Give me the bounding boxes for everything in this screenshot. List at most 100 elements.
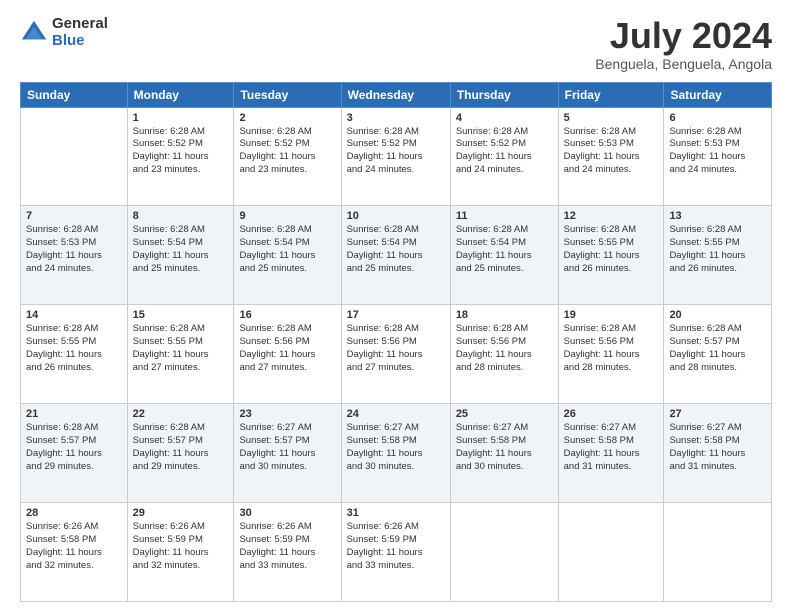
logo: General Blue [20, 16, 108, 49]
calendar-cell: 25Sunrise: 6:27 AM Sunset: 5:58 PM Dayli… [450, 404, 558, 503]
month-title: July 2024 [595, 16, 772, 56]
calendar-cell: 24 Sunrise: 6:27 AM Sunset: 5:58 PM Dayli… [341, 404, 450, 503]
day-info: Sunrise: 6:28 AM Sunset: 5:52 PM Dayligh… [347, 126, 445, 177]
day-number: 14 [26, 309, 122, 321]
day-info: Sunrise: 6:28 AM Sunset: 5:56 PM Dayligh… [347, 323, 445, 374]
page: General Blue July 2024 Benguela, Benguel… [0, 0, 792, 612]
calendar-cell: 27Sunrise: 6:27 AM Sunset: 5:58 PM Dayli… [664, 404, 772, 503]
day-info: Sunrise: 6:28 AM Sunset: 5:54 PM Dayligh… [347, 224, 445, 275]
header-day-saturday: Saturday [664, 82, 772, 107]
day-number: 13 [669, 210, 766, 222]
day-number: 8 [133, 210, 229, 222]
day-info: Sunrise: 6:26 AM Sunset: 5:59 PM Dayligh… [133, 521, 229, 572]
day-info: Sunrise: 6:27 AM Sunset: 5:58 PM Dayligh… [347, 422, 445, 473]
calendar-cell: 15Sunrise: 6:28 AM Sunset: 5:55 PM Dayli… [127, 305, 234, 404]
day-number: 6 [669, 112, 766, 124]
day-number: 27 [669, 408, 766, 420]
calendar-cell: 20Sunrise: 6:28 AM Sunset: 5:57 PM Dayli… [664, 305, 772, 404]
day-number: 26 [564, 408, 659, 420]
calendar-cell: 4 Sunrise: 6:28 AM Sunset: 5:52 PM Daylig… [450, 107, 558, 206]
day-number: 30 [239, 507, 335, 519]
day-info: Sunrise: 6:26 AM Sunset: 5:59 PM Dayligh… [347, 521, 445, 572]
calendar-cell: 6 Sunrise: 6:28 AM Sunset: 5:53 PM Daylig… [664, 107, 772, 206]
calendar-cell: 7Sunrise: 6:28 AM Sunset: 5:53 PM Daylig… [21, 206, 128, 305]
day-info: Sunrise: 6:28 AM Sunset: 5:57 PM Dayligh… [133, 422, 229, 473]
calendar-cell: 10 Sunrise: 6:28 AM Sunset: 5:54 PM Dayli… [341, 206, 450, 305]
calendar-cell: 23Sunrise: 6:27 AM Sunset: 5:57 PM Dayli… [234, 404, 341, 503]
calendar-cell: 11 Sunrise: 6:28 AM Sunset: 5:54 PM Dayli… [450, 206, 558, 305]
day-number: 25 [456, 408, 553, 420]
day-number: 19 [564, 309, 659, 321]
location: Benguela, Benguela, Angola [595, 56, 772, 72]
day-info: Sunrise: 6:28 AM Sunset: 5:55 PM Dayligh… [133, 323, 229, 374]
calendar-cell: 22Sunrise: 6:28 AM Sunset: 5:57 PM Dayli… [127, 404, 234, 503]
day-info: Sunrise: 6:28 AM Sunset: 5:54 PM Dayligh… [133, 224, 229, 275]
day-info: Sunrise: 6:28 AM Sunset: 5:54 PM Dayligh… [239, 224, 335, 275]
logo-blue: Blue [52, 33, 108, 50]
header: General Blue July 2024 Benguela, Benguel… [20, 16, 772, 72]
day-info: Sunrise: 6:28 AM Sunset: 5:52 PM Dayligh… [133, 126, 229, 177]
calendar-cell: 31 Sunrise: 6:26 AM Sunset: 5:59 PM Dayli… [341, 503, 450, 602]
day-info: Sunrise: 6:28 AM Sunset: 5:52 PM Dayligh… [456, 126, 553, 177]
day-info: Sunrise: 6:28 AM Sunset: 5:55 PM Dayligh… [26, 323, 122, 374]
day-number: 23 [239, 408, 335, 420]
calendar-cell: 19 Sunrise: 6:28 AM Sunset: 5:56 PM Dayli… [558, 305, 664, 404]
calendar-cell: 1 Sunrise: 6:28 AM Sunset: 5:52 PM Daylig… [127, 107, 234, 206]
day-number: 5 [564, 112, 659, 124]
day-number: 11 [456, 210, 553, 222]
header-day-friday: Friday [558, 82, 664, 107]
day-number: 12 [564, 210, 659, 222]
day-number: 1 [133, 112, 229, 124]
calendar-cell [558, 503, 664, 602]
calendar-cell: 17 Sunrise: 6:28 AM Sunset: 5:56 PM Dayli… [341, 305, 450, 404]
day-number: 10 [347, 210, 445, 222]
calendar-table: SundayMondayTuesdayWednesdayThursdayFrid… [20, 82, 772, 602]
day-info: Sunrise: 6:28 AM Sunset: 5:57 PM Dayligh… [26, 422, 122, 473]
calendar-cell: 26Sunrise: 6:27 AM Sunset: 5:58 PM Dayli… [558, 404, 664, 503]
calendar-cell [664, 503, 772, 602]
calendar-cell: 12 Sunrise: 6:28 AM Sunset: 5:55 PM Dayli… [558, 206, 664, 305]
week-row-2: 14 Sunrise: 6:28 AM Sunset: 5:55 PM Dayli… [21, 305, 772, 404]
week-row-4: 28 Sunrise: 6:26 AM Sunset: 5:58 PM Dayli… [21, 503, 772, 602]
header-day-thursday: Thursday [450, 82, 558, 107]
week-row-3: 21 Sunrise: 6:28 AM Sunset: 5:57 PM Dayli… [21, 404, 772, 503]
calendar-cell: 8 Sunrise: 6:28 AM Sunset: 5:54 PM Daylig… [127, 206, 234, 305]
calendar-cell [21, 107, 128, 206]
day-info: Sunrise: 6:26 AM Sunset: 5:58 PM Dayligh… [26, 521, 122, 572]
title-block: July 2024 Benguela, Benguela, Angola [595, 16, 772, 72]
week-row-1: 7Sunrise: 6:28 AM Sunset: 5:53 PM Daylig… [21, 206, 772, 305]
week-row-0: 1 Sunrise: 6:28 AM Sunset: 5:52 PM Daylig… [21, 107, 772, 206]
calendar-cell [450, 503, 558, 602]
calendar-cell: 29 Sunrise: 6:26 AM Sunset: 5:59 PM Dayli… [127, 503, 234, 602]
calendar-cell: 13 Sunrise: 6:28 AM Sunset: 5:55 PM Dayli… [664, 206, 772, 305]
day-info: Sunrise: 6:28 AM Sunset: 5:56 PM Dayligh… [564, 323, 659, 374]
day-number: 4 [456, 112, 553, 124]
calendar-cell: 28 Sunrise: 6:26 AM Sunset: 5:58 PM Dayli… [21, 503, 128, 602]
day-number: 18 [456, 309, 553, 321]
day-info: Sunrise: 6:28 AM Sunset: 5:55 PM Dayligh… [669, 224, 766, 275]
calendar-cell: 14 Sunrise: 6:28 AM Sunset: 5:55 PM Dayli… [21, 305, 128, 404]
day-number: 31 [347, 507, 445, 519]
day-number: 7 [26, 210, 122, 222]
day-info: Sunrise: 6:28 AM Sunset: 5:56 PM Dayligh… [239, 323, 335, 374]
calendar-cell: 21 Sunrise: 6:28 AM Sunset: 5:57 PM Dayli… [21, 404, 128, 503]
day-info: Sunrise: 6:28 AM Sunset: 5:56 PM Dayligh… [456, 323, 553, 374]
day-number: 24 [347, 408, 445, 420]
day-info: Sunrise: 6:28 AM Sunset: 5:55 PM Dayligh… [564, 224, 659, 275]
day-number: 20 [669, 309, 766, 321]
day-number: 9 [239, 210, 335, 222]
header-day-monday: Monday [127, 82, 234, 107]
day-number: 3 [347, 112, 445, 124]
calendar-cell: 30Sunrise: 6:26 AM Sunset: 5:59 PM Dayli… [234, 503, 341, 602]
calendar-cell: 9 Sunrise: 6:28 AM Sunset: 5:54 PM Daylig… [234, 206, 341, 305]
day-number: 28 [26, 507, 122, 519]
day-number: 17 [347, 309, 445, 321]
day-info: Sunrise: 6:28 AM Sunset: 5:52 PM Dayligh… [239, 126, 335, 177]
day-number: 29 [133, 507, 229, 519]
day-number: 21 [26, 408, 122, 420]
day-info: Sunrise: 6:28 AM Sunset: 5:53 PM Dayligh… [669, 126, 766, 177]
header-day-wednesday: Wednesday [341, 82, 450, 107]
day-info: Sunrise: 6:28 AM Sunset: 5:53 PM Dayligh… [564, 126, 659, 177]
logo-text: General Blue [52, 16, 108, 49]
day-info: Sunrise: 6:28 AM Sunset: 5:54 PM Dayligh… [456, 224, 553, 275]
